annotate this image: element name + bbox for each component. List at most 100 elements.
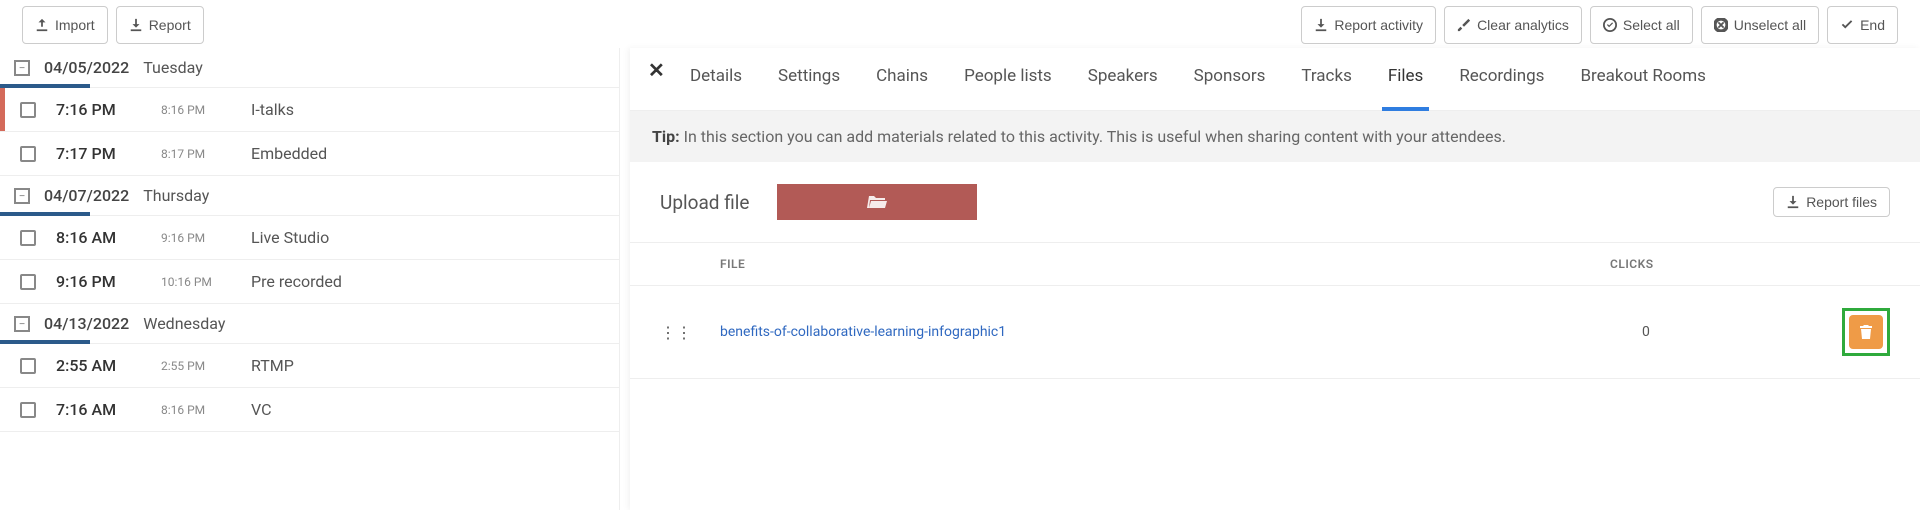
- delete-highlight: [1842, 308, 1890, 356]
- trash-icon: [1859, 324, 1873, 340]
- select-all-label: Select all: [1623, 17, 1680, 33]
- download-icon: [1314, 18, 1328, 32]
- end-label: End: [1860, 17, 1885, 33]
- upload-icon: [35, 18, 49, 32]
- day-header[interactable]: − 04/13/2022 Wednesday: [0, 304, 619, 344]
- file-link[interactable]: benefits-of-collaborative-learning-infog…: [720, 324, 1642, 340]
- tip-banner: Tip: In this section you can add materia…: [630, 111, 1920, 162]
- tab-tracks[interactable]: Tracks: [1301, 66, 1352, 96]
- schedule-list: − 04/05/2022 Tuesday 7:16 PM 8:16 PM I-t…: [0, 48, 620, 510]
- clear-analytics-label: Clear analytics: [1477, 17, 1569, 33]
- tip-text: In this section you can add materials re…: [684, 127, 1506, 146]
- schedule-row[interactable]: 7:17 PM 8:17 PM Embedded: [0, 132, 619, 176]
- row-time-primary: 2:55 AM: [56, 356, 141, 375]
- drag-handle-icon[interactable]: ⋮⋮: [660, 323, 720, 342]
- schedule-row[interactable]: 7:16 AM 8:16 PM VC: [0, 388, 619, 432]
- checkbox[interactable]: [20, 230, 36, 246]
- row-title: RTMP: [251, 356, 294, 375]
- report-files-button[interactable]: Report files: [1773, 187, 1890, 217]
- tab-people-lists[interactable]: People lists: [964, 66, 1052, 96]
- tab-speakers[interactable]: Speakers: [1088, 66, 1158, 96]
- tab-bar: Details Settings Chains People lists Spe…: [630, 48, 1920, 111]
- report-label: Report: [149, 17, 191, 33]
- checkbox[interactable]: [20, 146, 36, 162]
- checkbox[interactable]: [20, 358, 36, 374]
- day-header[interactable]: − 04/05/2022 Tuesday: [0, 48, 619, 88]
- schedule-row[interactable]: 7:16 PM 8:16 PM I-talks: [0, 88, 619, 132]
- tab-chains[interactable]: Chains: [876, 66, 928, 96]
- tab-breakout-rooms[interactable]: Breakout Rooms: [1580, 66, 1705, 96]
- collapse-icon[interactable]: −: [14, 316, 30, 332]
- day-header[interactable]: − 04/07/2022 Thursday: [0, 176, 619, 216]
- collapse-icon[interactable]: −: [14, 60, 30, 76]
- import-label: Import: [55, 17, 95, 33]
- tab-recordings[interactable]: Recordings: [1459, 66, 1544, 96]
- brush-icon: [1457, 18, 1471, 32]
- schedule-row[interactable]: 8:16 AM 9:16 PM Live Studio: [0, 216, 619, 260]
- row-time-primary: 7:17 PM: [56, 144, 141, 163]
- download-icon: [129, 18, 143, 32]
- import-button[interactable]: Import: [22, 6, 108, 44]
- toolbar-left: Import Report: [22, 6, 204, 44]
- checkbox[interactable]: [20, 102, 36, 118]
- file-clicks: 0: [1642, 324, 1842, 340]
- check-circle-icon: [1603, 18, 1617, 32]
- delete-button[interactable]: [1849, 315, 1883, 349]
- row-time-secondary: 2:55 PM: [161, 359, 231, 373]
- day-date: 04/07/2022: [44, 186, 129, 205]
- report-activity-button[interactable]: Report activity: [1301, 6, 1436, 44]
- folder-open-icon: [867, 194, 887, 210]
- col-file: FILE: [720, 257, 1610, 271]
- row-title: Pre recorded: [251, 272, 342, 291]
- day-date: 04/05/2022: [44, 58, 129, 77]
- row-title: VC: [251, 400, 272, 419]
- tip-label: Tip:: [652, 127, 680, 146]
- clear-analytics-button[interactable]: Clear analytics: [1444, 6, 1582, 44]
- file-table-head: FILE CLICKS: [630, 242, 1920, 286]
- unselect-all-label: Unselect all: [1734, 17, 1806, 33]
- close-icon[interactable]: ✕: [640, 54, 673, 86]
- schedule-row[interactable]: 9:16 PM 10:16 PM Pre recorded: [0, 260, 619, 304]
- row-time-primary: 7:16 PM: [56, 100, 141, 119]
- upload-button[interactable]: [777, 184, 977, 220]
- schedule-row[interactable]: 2:55 AM 2:55 PM RTMP: [0, 344, 619, 388]
- row-title: Embedded: [251, 144, 327, 163]
- unselect-all-button[interactable]: Unselect all: [1701, 6, 1819, 44]
- top-toolbar: Import Report Report activity Clear anal…: [0, 6, 1920, 44]
- upload-label: Upload file: [660, 191, 749, 214]
- upload-row: Upload file Report files: [630, 162, 1920, 242]
- file-row: ⋮⋮ benefits-of-collaborative-learning-in…: [630, 286, 1920, 379]
- end-button[interactable]: End: [1827, 6, 1898, 44]
- row-time-primary: 8:16 AM: [56, 228, 141, 247]
- checkbox[interactable]: [20, 274, 36, 290]
- row-title: Live Studio: [251, 228, 329, 247]
- download-icon: [1786, 195, 1800, 209]
- tab-sponsors[interactable]: Sponsors: [1194, 66, 1266, 96]
- row-time-secondary: 8:17 PM: [161, 147, 231, 161]
- row-title: I-talks: [251, 100, 294, 119]
- col-clicks: CLICKS: [1610, 257, 1810, 271]
- detail-panel: ✕ Details Settings Chains People lists S…: [630, 48, 1920, 510]
- collapse-icon[interactable]: −: [14, 188, 30, 204]
- day-dow: Thursday: [143, 186, 209, 205]
- row-time-secondary: 10:16 PM: [161, 275, 231, 289]
- row-time-secondary: 9:16 PM: [161, 231, 231, 245]
- tab-settings[interactable]: Settings: [778, 66, 840, 96]
- toolbar-right: Report activity Clear analytics Select a…: [1301, 6, 1898, 44]
- tab-details[interactable]: Details: [690, 66, 742, 96]
- day-date: 04/13/2022: [44, 314, 129, 333]
- row-time-secondary: 8:16 PM: [161, 103, 231, 117]
- row-time-secondary: 8:16 PM: [161, 403, 231, 417]
- checkbox[interactable]: [20, 402, 36, 418]
- x-circle-icon: [1714, 18, 1728, 32]
- day-dow: Wednesday: [143, 314, 225, 333]
- report-files-label: Report files: [1806, 194, 1877, 210]
- select-all-button[interactable]: Select all: [1590, 6, 1693, 44]
- row-time-primary: 7:16 AM: [56, 400, 141, 419]
- tab-files[interactable]: Files: [1388, 66, 1423, 96]
- report-button[interactable]: Report: [116, 6, 204, 44]
- day-dow: Tuesday: [143, 58, 203, 77]
- check-icon: [1840, 18, 1854, 32]
- row-time-primary: 9:16 PM: [56, 272, 141, 291]
- report-activity-label: Report activity: [1334, 17, 1423, 33]
